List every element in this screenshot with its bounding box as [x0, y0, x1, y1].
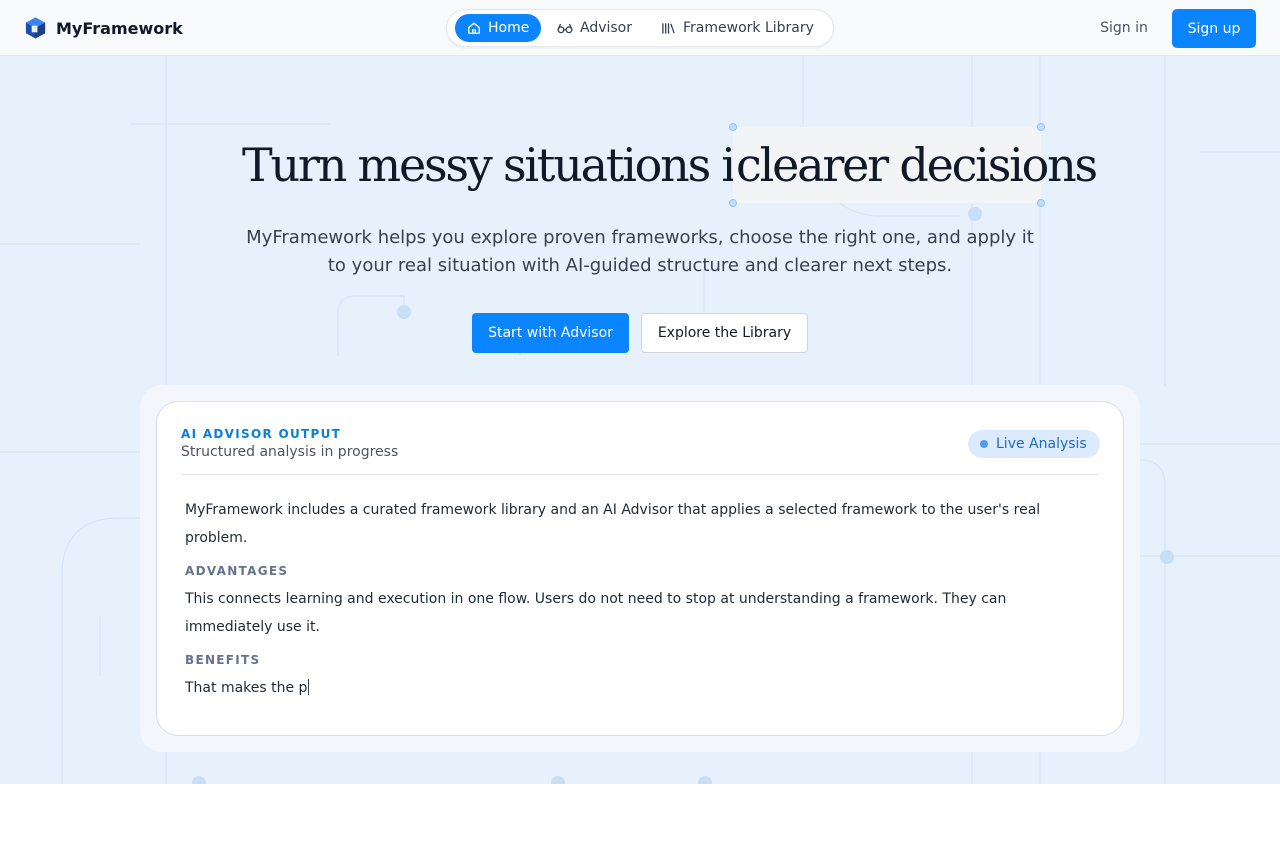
- selection-handle-top-right[interactable]: [1037, 123, 1045, 131]
- selection-handle-top-left[interactable]: [729, 123, 737, 131]
- sign-up-button[interactable]: Sign up: [1172, 9, 1256, 48]
- status-dot-icon: [980, 440, 988, 448]
- selection-handle-bottom-left[interactable]: [729, 199, 737, 207]
- brand[interactable]: MyFramework: [24, 15, 183, 41]
- advisor-output-frame: AI ADVISOR OUTPUT Structured analysis in…: [140, 385, 1140, 752]
- card-divider: [181, 474, 1099, 475]
- nav-advisor-label: Advisor: [580, 20, 633, 36]
- card-eyebrow: AI ADVISOR OUTPUT: [181, 427, 342, 441]
- typing-cursor: [308, 679, 310, 695]
- hero-subtitle: MyFramework helps you explore proven fra…: [246, 227, 1034, 276]
- headline-text: Turn messy situations into: [242, 138, 805, 192]
- benefits-heading: BENEFITS: [185, 653, 261, 667]
- brand-name: MyFramework: [56, 18, 183, 38]
- advantages-heading: ADVANTAGES: [185, 564, 289, 578]
- advisor-output-card: AI ADVISOR OUTPUT Structured analysis in…: [156, 401, 1124, 736]
- advantages-text: This connects learning and execution in …: [185, 591, 1007, 635]
- headline-highlight-text: clearer decisions: [736, 138, 1098, 192]
- nav-home-label: Home: [488, 20, 530, 36]
- live-analysis-label: Live Analysis: [996, 436, 1087, 452]
- nav-framework-library[interactable]: Framework Library: [649, 14, 826, 42]
- books-icon: [662, 23, 675, 34]
- selection-handle-bottom-right[interactable]: [1037, 199, 1045, 207]
- top-navigation-bar: MyFramework Home Advisor Framework Libra…: [0, 0, 1280, 56]
- home-icon: [468, 22, 480, 34]
- benefits-paragraph: That makes the p: [185, 674, 1097, 702]
- hero-headline: Turn messy situations into clearer decis…: [0, 123, 1280, 207]
- cube-logo-icon: [25, 17, 46, 39]
- hero-section: Turn messy situations into clearer decis…: [0, 56, 1280, 784]
- glasses-icon: [557, 23, 573, 34]
- card-subtitle: Structured analysis in progress: [181, 444, 399, 460]
- analysis-intro: MyFramework includes a curated framework…: [185, 502, 1041, 546]
- nav-home[interactable]: Home: [455, 14, 542, 42]
- nav-library-label: Framework Library: [683, 20, 814, 36]
- benefits-text: That makes the p: [185, 680, 308, 696]
- nav-advisor[interactable]: Advisor: [545, 14, 644, 42]
- explore-library-button[interactable]: Explore the Library: [641, 313, 808, 353]
- sign-in-link[interactable]: Sign in: [1086, 10, 1162, 46]
- analysis-content: MyFramework includes a curated framework…: [185, 496, 1097, 702]
- main-nav: Home Advisor Framework Library: [446, 9, 834, 47]
- live-analysis-badge: Live Analysis: [968, 430, 1100, 458]
- start-with-advisor-button[interactable]: Start with Advisor: [472, 313, 629, 353]
